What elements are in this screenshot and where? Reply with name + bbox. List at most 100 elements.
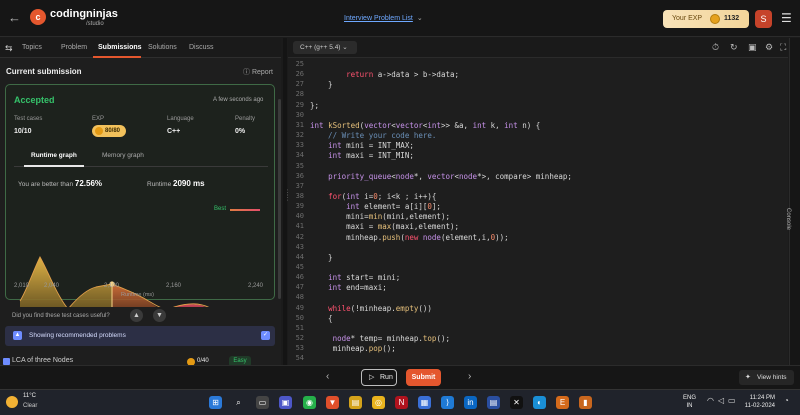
code-area[interactable]: 25 26 return a->data > b->data; 27 } 28 29};… <box>288 58 788 365</box>
wifi-icon[interactable]: ◠ <box>707 396 714 405</box>
start-icon[interactable]: ⊞ <box>209 396 222 409</box>
code-line[interactable]: int element= a[i][0]; <box>310 202 441 211</box>
code-line[interactable]: mini=min(mini,element); <box>310 212 450 221</box>
runtime-graph <box>19 256 210 307</box>
line-number: 50 <box>295 313 304 322</box>
code-line[interactable]: } <box>310 253 333 262</box>
reset-icon[interactable]: ↻ <box>730 42 738 53</box>
line-number: 45 <box>295 263 304 271</box>
avatar[interactable]: S <box>755 10 772 28</box>
code-line[interactable]: // Write your code here. <box>310 131 436 140</box>
hamburger-menu-icon[interactable]: ☰ <box>781 11 792 25</box>
recommended-problem-title[interactable]: LCA of three Nodes <box>12 357 73 364</box>
thumbs-up-icon[interactable]: ▲ <box>130 309 143 322</box>
problem-list-dropdown[interactable]: Interview Problem List ⌄ <box>344 14 423 22</box>
code-line[interactable]: int start= mini; <box>310 273 400 282</box>
stat-label-exp: EXP <box>92 116 105 122</box>
line-number: 26 <box>295 70 304 79</box>
line-number: 25 <box>295 60 304 68</box>
tab-memory-graph[interactable]: Memory graph <box>102 152 144 159</box>
stat-label-test-cases: Test cases <box>14 116 43 122</box>
app-icon[interactable]: ▦ <box>418 396 431 409</box>
graph-tab-underline <box>24 165 84 167</box>
tab-runtime-graph[interactable]: Runtime graph <box>31 152 77 159</box>
code-line[interactable]: minheap.push(new node(element,i,0)); <box>310 233 509 242</box>
chrome-icon[interactable]: ◎ <box>372 396 385 409</box>
stat-value-language: C++ <box>167 128 181 135</box>
temperature: 11°C <box>23 393 36 399</box>
view-hints-button[interactable]: ✦ View hints <box>739 370 794 385</box>
brave-icon[interactable]: ▼ <box>326 396 339 409</box>
fullscreen-icon[interactable]: ⛶ <box>780 42 786 53</box>
report-button[interactable]: ⓘ Report <box>243 67 273 77</box>
runtime-value: 2090 ms <box>173 179 205 188</box>
whatsapp-icon[interactable]: ◉ <box>303 396 316 409</box>
tab-topics[interactable]: Topics <box>22 44 42 51</box>
linkedin-icon[interactable]: in <box>464 396 477 409</box>
layout-icon[interactable]: ▣ <box>748 42 757 53</box>
code-line[interactable]: int end=maxi; <box>310 283 387 292</box>
code-line[interactable]: int kSorted(vector<vector<int>> &a, int … <box>310 121 540 130</box>
line-number: 54 <box>295 354 304 363</box>
clock-time: 11:24 PM <box>749 395 775 401</box>
task-view-icon[interactable]: ▭ <box>256 396 269 409</box>
line-number: 40 <box>295 212 304 221</box>
input-language[interactable]: ENG IN <box>683 394 696 410</box>
app-icon[interactable]: ▤ <box>487 396 500 409</box>
checkbox-icon[interactable]: ✓ <box>261 331 270 340</box>
x-icon[interactable]: ✕ <box>510 396 523 409</box>
settings-icon[interactable]: ⚙ <box>765 42 773 53</box>
prev-problem-icon[interactable]: ‹ <box>326 371 329 382</box>
tab-discuss[interactable]: Discuss <box>189 44 214 51</box>
next-problem-icon[interactable]: › <box>468 371 471 382</box>
better-prefix: You are better than <box>18 181 74 188</box>
tab-problem[interactable]: Problem <box>61 44 87 51</box>
vscode-icon[interactable]: ⟩ <box>441 396 454 409</box>
run-button[interactable]: ▷ Run <box>361 369 397 386</box>
recommended-banner[interactable]: ▲ Showing recommended problems ✓ <box>5 326 275 346</box>
line-number: 49 <box>295 303 304 312</box>
back-arrow-icon[interactable]: ← <box>8 10 21 25</box>
teams-icon[interactable]: ▣ <box>279 396 292 409</box>
netflix-icon[interactable]: N <box>395 396 408 409</box>
left-scrollbar[interactable] <box>278 99 281 299</box>
thumbs-up-icon: ▲ <box>13 331 22 340</box>
code-line[interactable]: for(int i=0; i<k ; i++){ <box>310 192 436 201</box>
file-explorer-icon[interactable]: ▤ <box>349 396 362 409</box>
line-number: 33 <box>295 141 304 150</box>
topics-icon[interactable]: ⇆ <box>5 43 13 54</box>
app-icon[interactable]: E <box>556 396 569 409</box>
volume-icon[interactable]: ◁ <box>718 396 724 405</box>
edge-icon[interactable]: ◐ <box>533 396 546 409</box>
search-icon[interactable]: ⌕ <box>232 396 245 409</box>
code-line[interactable]: { <box>310 314 333 323</box>
exp-badge[interactable]: Your EXP 1132 <box>663 10 749 28</box>
clock[interactable]: 11:24 PM 11-02-2024 <box>735 394 775 410</box>
tab-submissions[interactable]: Submissions <box>98 44 142 51</box>
code-line[interactable]: return a->data > b->data; <box>310 70 459 79</box>
code-line[interactable]: int maxi = INT_MIN; <box>310 151 414 160</box>
language-select[interactable]: C++ (g++ 5.4) ⌄ <box>293 41 357 54</box>
thumbs-down-icon[interactable]: ▼ <box>153 309 166 322</box>
code-line[interactable]: while(!minheap.empty()) <box>310 304 432 313</box>
code-line[interactable]: minheap.pop(); <box>310 344 396 353</box>
code-line[interactable]: node* temp= minheap.top(); <box>310 334 450 343</box>
submit-button[interactable]: Submit <box>406 369 441 386</box>
tab-solutions[interactable]: Solutions <box>148 44 177 51</box>
app-icon[interactable]: ▮ <box>579 396 592 409</box>
action-bar: ‹ ▷ Run Submit › ✦ View hints <box>0 365 800 389</box>
code-line[interactable]: int mini = INT_MAX; <box>310 141 414 150</box>
notifications-icon[interactable]: ◔ <box>784 396 789 405</box>
distribution-left <box>20 257 112 307</box>
code-line[interactable]: } <box>310 80 333 89</box>
problem-icon <box>3 358 10 365</box>
timer-icon[interactable]: ⏱ <box>712 42 719 53</box>
panel-splitter[interactable] <box>283 38 287 369</box>
x-axis-label: Runtime (ms) <box>121 292 155 298</box>
weather-icon[interactable] <box>6 396 18 408</box>
console-toggle[interactable]: Console <box>785 38 800 369</box>
runtime-label: Runtime <box>147 181 172 188</box>
code-line[interactable]: priority_queue<node*, vector<node*>, com… <box>310 172 572 181</box>
code-line[interactable]: }; <box>310 101 319 110</box>
code-line[interactable]: maxi = max(maxi,element); <box>310 222 459 231</box>
